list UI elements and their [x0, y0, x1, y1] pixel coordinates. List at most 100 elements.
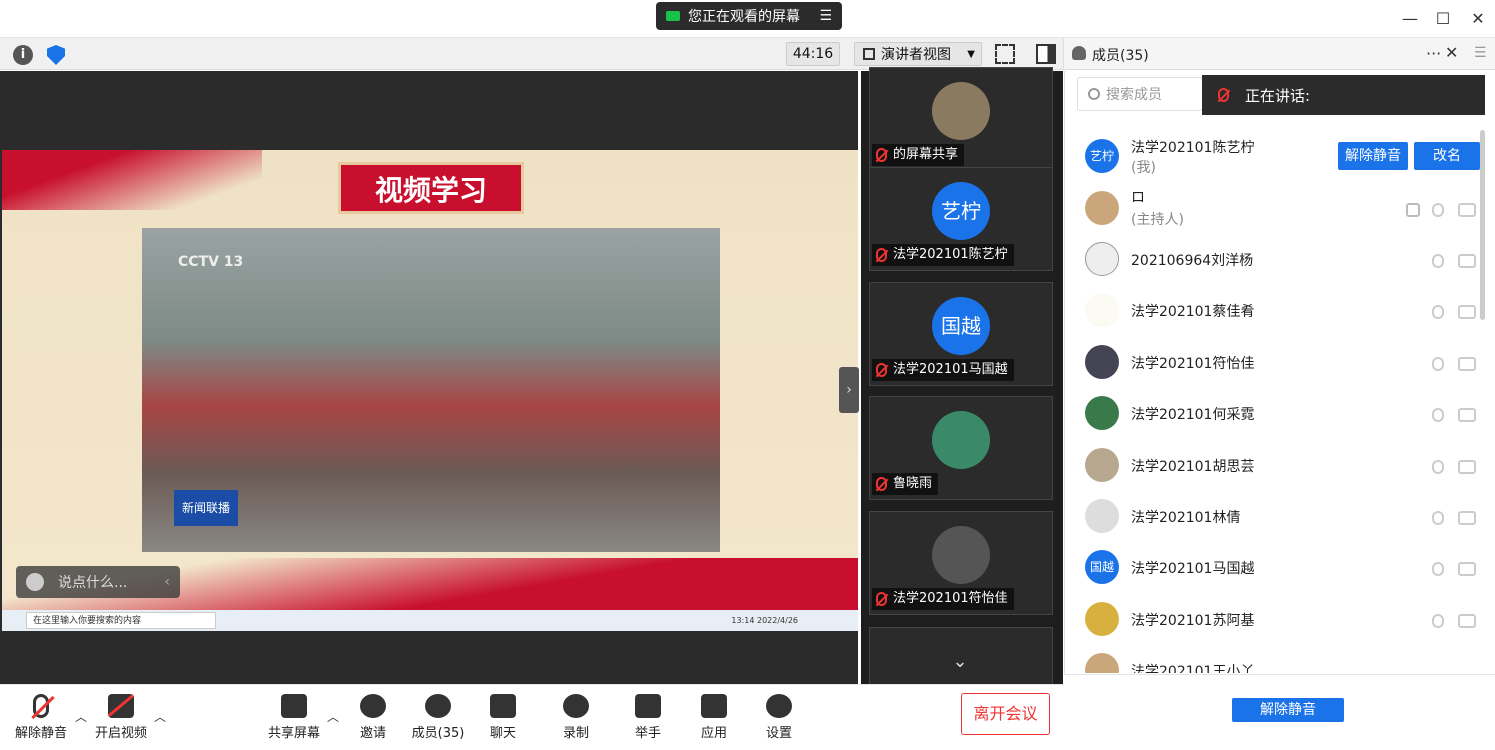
video-off-icon[interactable]: [1458, 408, 1476, 422]
mic-muted-icon[interactable]: [1432, 562, 1444, 576]
member-row[interactable]: 法学202101蔡佳肴: [1064, 285, 1484, 335]
chevron-up-icon[interactable]: ︿: [75, 708, 87, 725]
hand-icon: [635, 694, 661, 718]
start-video-button[interactable]: 开启视频: [91, 694, 151, 741]
share-status-text: 您正在观看的屏幕: [688, 9, 800, 25]
unmute-button[interactable]: 解除静音: [11, 694, 71, 741]
tile-label: 法学202101陈艺柠: [872, 244, 1014, 266]
taskbar-search: 在这里输入你要搜索的内容: [26, 612, 216, 629]
chevron-left-icon[interactable]: ‹: [164, 574, 170, 590]
member-row[interactable]: 法学202101符怡佳: [1064, 337, 1484, 387]
participant-tile[interactable]: 鲁晓雨: [869, 396, 1053, 500]
sidebar-toggle-icon[interactable]: [1036, 44, 1056, 64]
chat-button[interactable]: 聊天: [473, 694, 533, 741]
chevron-down-icon[interactable]: ⌄: [929, 651, 991, 681]
members-button[interactable]: 成员(35): [408, 694, 468, 741]
search-icon: [1088, 88, 1100, 100]
mic-muted-icon[interactable]: [1432, 203, 1444, 217]
fullscreen-icon[interactable]: [995, 44, 1015, 64]
participant-tile[interactable]: 国越 法学202101马国越: [869, 282, 1053, 386]
mic-muted-icon[interactable]: [1432, 614, 1444, 628]
rename-button[interactable]: 改名: [1414, 142, 1480, 170]
mic-muted-icon[interactable]: [1432, 357, 1444, 371]
member-row[interactable]: 国越 法学202101马国越: [1064, 542, 1484, 592]
video-off-icon[interactable]: [1458, 357, 1476, 371]
settings-button[interactable]: 设置: [749, 694, 809, 741]
scrollbar[interactable]: [1480, 130, 1485, 320]
mic-muted-icon: [1218, 88, 1229, 102]
close-icon[interactable]: ✕: [1445, 43, 1458, 62]
mic-muted-icon: [876, 248, 887, 262]
member-row[interactable]: 艺柠 法学202101陈艺柠 (我) 解除静音 改名: [1064, 131, 1484, 181]
avatar: [932, 526, 990, 584]
avatar: [1085, 602, 1119, 636]
record-button[interactable]: 录制: [546, 694, 606, 741]
view-mode-select[interactable]: 演讲者视图 ▼: [854, 42, 982, 66]
video-off-icon[interactable]: [1458, 614, 1476, 628]
mic-muted-icon: [876, 148, 887, 162]
chevron-up-icon[interactable]: ︿: [327, 708, 339, 725]
emoji-icon[interactable]: [26, 573, 44, 591]
member-name: ロ: [1131, 190, 1145, 206]
info-icon[interactable]: i: [13, 45, 33, 65]
chat-icon: [490, 694, 516, 718]
add-user-icon: [360, 694, 386, 718]
view-mode-label: 演讲者视图: [881, 47, 951, 63]
avatar: [1085, 396, 1119, 430]
video-off-icon[interactable]: [1458, 562, 1476, 576]
mic-muted-icon: [33, 694, 49, 718]
mic-muted-icon: [876, 363, 887, 377]
minimize-button[interactable]: —: [1399, 8, 1421, 30]
speaker-view-icon: [863, 48, 875, 60]
person-icon: [1072, 46, 1086, 60]
chevron-up-icon[interactable]: ︿: [154, 708, 166, 725]
screen-share-status-pill[interactable]: 您正在观看的屏幕 ☰: [656, 2, 842, 30]
member-name: 法学202101符怡佳: [1131, 356, 1255, 372]
more-options-icon[interactable]: ···: [1426, 44, 1441, 63]
member-row[interactable]: 202106964刘洋杨: [1064, 234, 1484, 284]
participant-tile[interactable]: 法学202101符怡佳: [869, 511, 1053, 615]
leave-meeting-button[interactable]: 离开会议: [961, 693, 1050, 735]
member-row[interactable]: 法学202101林倩: [1064, 491, 1484, 541]
tile-label: 鲁晓雨: [872, 473, 939, 495]
participant-tile[interactable]: 艺柠 法学202101陈艺柠: [869, 167, 1053, 271]
raise-hand-button[interactable]: 举手: [618, 694, 678, 741]
unmute-all-button[interactable]: 解除静音: [1232, 698, 1344, 722]
mic-muted-icon[interactable]: [1432, 305, 1444, 319]
member-search-input[interactable]: 搜索成员: [1077, 77, 1203, 111]
member-row[interactable]: 法学202101苏阿基: [1064, 594, 1484, 644]
mic-muted-icon[interactable]: [1432, 511, 1444, 525]
member-name: 法学202101王小丫: [1131, 664, 1255, 673]
mic-muted-icon[interactable]: [1432, 460, 1444, 474]
member-row[interactable]: 法学202101何采霓: [1064, 388, 1484, 438]
maximize-button[interactable]: ☐: [1432, 8, 1454, 30]
apps-button[interactable]: 应用: [684, 694, 744, 741]
member-row[interactable]: 法学202101王小丫: [1064, 645, 1484, 673]
record-icon: [563, 694, 589, 718]
search-placeholder: 搜索成员: [1106, 87, 1162, 103]
mic-muted-icon[interactable]: [1432, 254, 1444, 268]
member-name: 法学202101苏阿基: [1131, 613, 1255, 629]
tile-name: 鲁晓雨: [893, 476, 933, 491]
collapse-tiles-handle[interactable]: ›: [839, 367, 859, 413]
invite-button[interactable]: 邀请: [343, 694, 403, 741]
camera-icon: [666, 11, 680, 21]
close-window-button[interactable]: ✕: [1467, 8, 1489, 30]
unmute-button[interactable]: 解除静音: [1338, 142, 1408, 170]
mic-muted-icon[interactable]: [1432, 408, 1444, 422]
video-off-icon[interactable]: [1458, 254, 1476, 268]
share-screen-button[interactable]: 共享屏幕: [264, 694, 324, 741]
danmaku-chat-input[interactable]: 说点什么... ‹: [16, 566, 180, 598]
member-row[interactable]: 法学202101胡思芸: [1064, 440, 1484, 490]
video-off-icon[interactable]: [1458, 460, 1476, 474]
hamburger-icon[interactable]: ☰: [1474, 45, 1487, 61]
member-row[interactable]: ロ (主持人): [1064, 183, 1484, 233]
speaking-indicator: 正在讲话:: [1202, 75, 1485, 115]
participant-tile[interactable]: 的屏幕共享: [869, 67, 1053, 171]
video-tiles-column: 的屏幕共享 艺柠 法学202101陈艺柠 国越 法学202101马国越 鲁晓雨 …: [861, 67, 1063, 687]
video-off-icon[interactable]: [1458, 203, 1476, 217]
video-off-icon[interactable]: [1458, 511, 1476, 525]
chevron-down-icon: ▼: [967, 48, 975, 60]
video-off-icon[interactable]: [1458, 305, 1476, 319]
menu-icon[interactable]: ☰: [819, 8, 832, 24]
